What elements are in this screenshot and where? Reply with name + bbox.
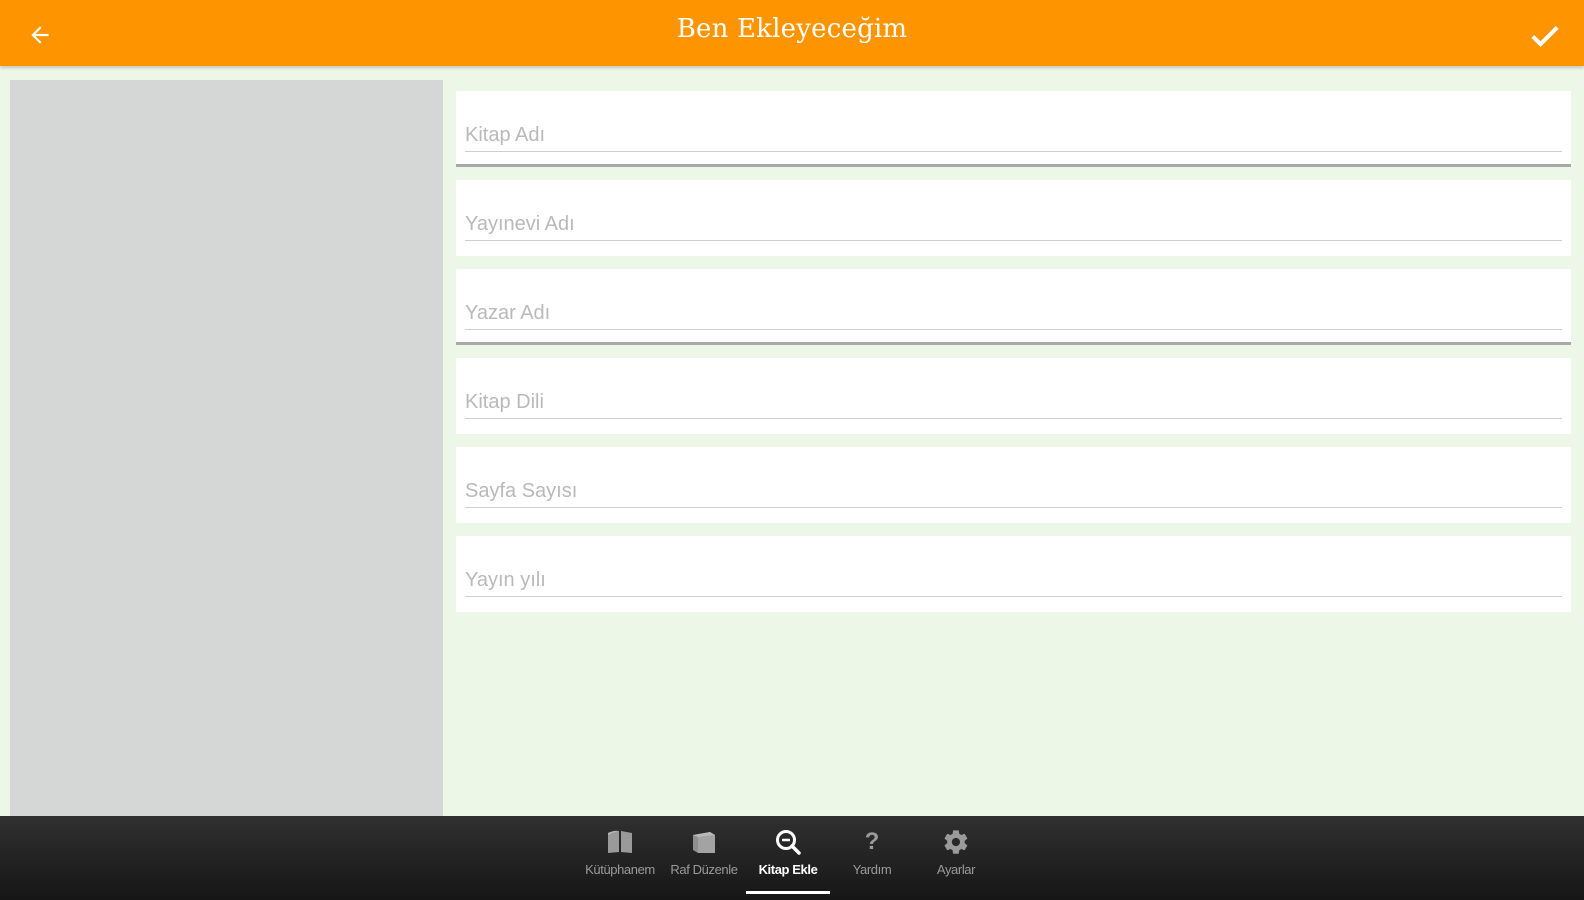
- check-icon: [1531, 26, 1559, 47]
- book-name-input[interactable]: [465, 119, 1562, 152]
- nav-item-add-book[interactable]: Kitap Ekle: [746, 816, 830, 900]
- field-card-publish-year: [456, 536, 1571, 612]
- top-app-bar: Ben Ekleyeceğim: [0, 0, 1584, 66]
- shelf-icon: [693, 832, 715, 853]
- book-icon: [608, 830, 632, 853]
- book-cover-placeholder[interactable]: [10, 80, 443, 816]
- nav-item-settings[interactable]: Ayarlar: [914, 816, 998, 900]
- nav-items: Kütüphanem Raf Düzenle Kitap Ekle ? Yard…: [578, 816, 998, 900]
- publisher-input[interactable]: [465, 208, 1562, 241]
- nav-label-shelf-edit: Raf Düzenle: [670, 862, 738, 877]
- nav-item-library[interactable]: Kütüphanem: [578, 816, 662, 900]
- field-card-author: [456, 269, 1571, 345]
- publish-year-input[interactable]: [465, 564, 1562, 597]
- gear-icon: [944, 830, 968, 854]
- nav-label-settings: Ayarlar: [936, 862, 976, 877]
- search-zoom-icon: [776, 830, 801, 855]
- nav-label-help: Yardım: [852, 862, 892, 877]
- field-card-page-count: [456, 447, 1571, 523]
- nav-label-add-book: Kitap Ekle: [758, 862, 818, 877]
- help-icon: ?: [864, 828, 880, 855]
- book-form: [456, 91, 1571, 625]
- bottom-navigation: Kütüphanem Raf Düzenle Kitap Ekle ? Yard…: [0, 816, 1584, 900]
- confirm-button[interactable]: [1524, 14, 1566, 56]
- field-card-publisher: [456, 180, 1571, 256]
- page-title: Ben Ekleyeceğim: [676, 14, 908, 44]
- author-input[interactable]: [465, 297, 1562, 330]
- nav-item-shelf-edit[interactable]: Raf Düzenle: [662, 816, 746, 900]
- nav-label-library: Kütüphanem: [585, 862, 655, 877]
- field-card-book-name: [456, 91, 1571, 167]
- field-card-language: [456, 358, 1571, 434]
- page-count-input[interactable]: [465, 475, 1562, 508]
- app-screen: Ben Ekleyeceğim Kitap Adı Yayınevi Adı Y…: [0, 0, 1584, 900]
- book-language-input[interactable]: [465, 386, 1562, 419]
- nav-item-help[interactable]: ? Yardım: [830, 816, 914, 900]
